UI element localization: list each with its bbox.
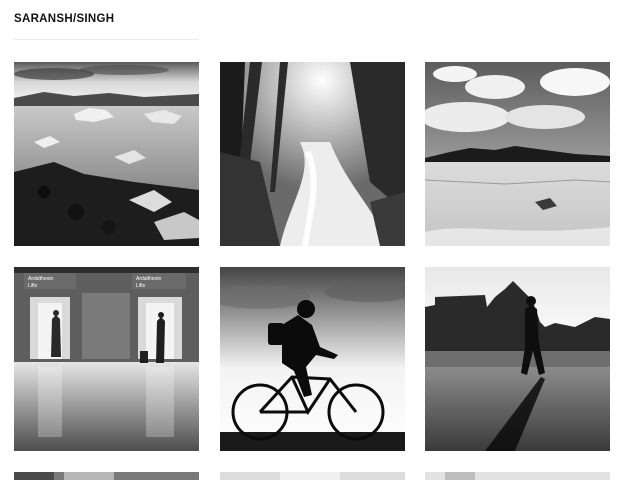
gallery-photo-waterfall[interactable] (220, 62, 405, 246)
lift-sign-left-label: Lifts (28, 283, 38, 289)
lift-sign-right-label: Lifts (136, 283, 146, 289)
gallery-photo-station-lifts[interactable]: Ardaltheoin Lifts Ardaltheoin Lifts (14, 267, 199, 451)
waterfall-image (220, 62, 405, 246)
pedestrian-image (425, 267, 610, 451)
gallery-photo-ice-beach[interactable] (14, 62, 199, 246)
cyclist-image (220, 267, 405, 451)
lift-sign-left-name: Ardaltheoin (28, 276, 54, 282)
site-header: SARANSH/SINGH (14, 0, 199, 40)
ice-beach-image (14, 62, 199, 246)
gallery-photo-desert[interactable] (425, 62, 610, 246)
site-title-link[interactable]: SARANSH/SINGH (14, 13, 114, 25)
lift-sign-right-name: Ardaltheoin (136, 276, 162, 282)
gallery-photo-cyclist[interactable] (220, 267, 405, 451)
gallery-photo-pedestrian[interactable] (425, 267, 610, 451)
station-lifts-image: Ardaltheoin Lifts Ardaltheoin Lifts (14, 267, 199, 451)
desert-image (425, 62, 610, 246)
